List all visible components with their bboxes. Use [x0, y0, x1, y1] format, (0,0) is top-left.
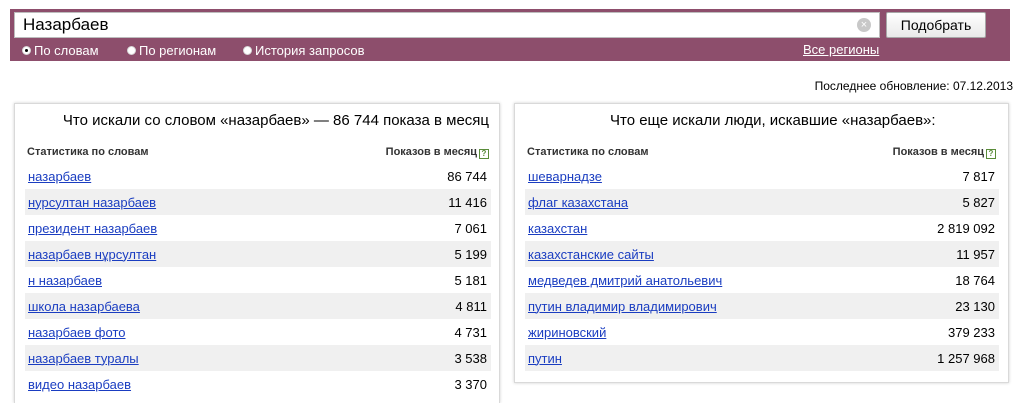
phrase-link[interactable]: путин владимир владимирович: [528, 299, 717, 314]
mode-radio-history[interactable]: История запросов: [243, 42, 365, 58]
header-arrow-notch: [996, 9, 1010, 61]
impressions-count: 18 764: [955, 272, 995, 288]
search-input[interactable]: [14, 12, 880, 38]
table-row: назарбаев фото 4 731: [25, 319, 491, 345]
impressions-count: 4 811: [455, 298, 487, 314]
related-queries-panel: Что еще искали люди, искавшие «назарбаев…: [514, 103, 1009, 383]
impressions-count: 3 370: [454, 376, 487, 392]
mode-label-regions: По регионам: [139, 42, 217, 58]
table-row: нурсултан назарбаев 11 416: [25, 189, 491, 215]
column-header-words: Статистика по словам: [27, 146, 149, 158]
phrase-link[interactable]: назарбаев фото: [28, 325, 126, 340]
help-icon[interactable]: ?: [479, 149, 489, 159]
phrase-link[interactable]: медведев дмитрий анатольевич: [528, 273, 722, 288]
panel-title: Что искали со словом «назарбаев» — 86 74…: [62, 112, 489, 129]
table-row: флаг казахстана 5 827: [525, 189, 999, 215]
words-table: назарбаев 86 744 нурсултан назарбаев 11 416…: [25, 163, 491, 397]
table-row: назарбаев нұрсултан 5 199: [25, 241, 491, 267]
table-row: школа назарбаева 4 811: [25, 293, 491, 319]
impressions-count: 11 416: [448, 194, 487, 210]
table-row: путин 1 257 968: [525, 345, 999, 371]
radio-icon[interactable]: [243, 45, 252, 55]
impressions-count: 5 181: [454, 272, 487, 288]
table-row: жириновский 379 233: [525, 319, 999, 345]
words-stats-panel: Что искали со словом «назарбаев» — 86 74…: [14, 103, 500, 403]
impressions-count: 86 744: [447, 168, 487, 184]
radio-icon[interactable]: [127, 45, 136, 55]
impressions-count: 23 130: [955, 298, 995, 314]
last-update-text: Последнее обновление: 07.12.2013: [814, 79, 1013, 93]
phrase-link[interactable]: видео назарбаев: [28, 377, 131, 392]
phrase-link[interactable]: шеварнадзе: [528, 169, 602, 184]
impressions-count: 11 957: [956, 246, 995, 262]
phrase-link[interactable]: нурсултан назарбаев: [28, 195, 156, 210]
phrase-link[interactable]: назарбаев туралы: [28, 351, 139, 366]
phrase-link[interactable]: назарбаев: [28, 169, 91, 184]
table-row: н назарбаев 5 181: [25, 267, 491, 293]
panel-title: Что еще искали люди, искавшие «назарбаев…: [610, 112, 936, 129]
all-regions-link[interactable]: Все регионы: [803, 42, 879, 57]
mode-label-words: По словам: [34, 42, 99, 58]
impressions-count: 4 731: [454, 324, 487, 340]
phrase-link[interactable]: казахстан: [528, 221, 587, 236]
impressions-count: 5 199: [454, 246, 487, 262]
impressions-count: 3 538: [454, 350, 487, 366]
clear-icon[interactable]: ×: [857, 18, 871, 32]
impressions-count: 379 233: [948, 324, 995, 340]
mode-radio-words[interactable]: По словам: [22, 42, 99, 58]
column-header-count: Показов в месяц?: [386, 146, 489, 159]
help-icon[interactable]: ?: [986, 149, 996, 159]
submit-button[interactable]: Подобрать: [886, 12, 986, 38]
column-header-words: Статистика по словам: [527, 146, 649, 158]
table-row: президент назарбаев 7 061: [25, 215, 491, 241]
phrase-link[interactable]: школа назарбаева: [28, 299, 140, 314]
table-row: шеварнадзе 7 817: [525, 163, 999, 189]
related-table: шеварнадзе 7 817 флаг казахстана 5 827 казах…: [525, 163, 999, 371]
column-header-count-label: Показов в месяц: [892, 146, 984, 158]
phrase-link[interactable]: жириновский: [528, 325, 606, 340]
table-row: медведев дмитрий анатольевич 18 764: [525, 267, 999, 293]
table-row: казахстан 2 819 092: [525, 215, 999, 241]
phrase-link[interactable]: флаг казахстана: [528, 195, 628, 210]
phrase-link[interactable]: путин: [528, 351, 562, 366]
impressions-count: 1 257 968: [937, 350, 995, 366]
column-header-count-label: Показов в месяц: [385, 146, 477, 158]
phrase-link[interactable]: назарбаев нұрсултан: [28, 247, 156, 262]
radio-checked-icon[interactable]: [22, 45, 31, 55]
table-row: казахстанские сайты 11 957: [525, 241, 999, 267]
table-row: видео назарбаев 3 370: [25, 371, 491, 397]
table-row: путин владимир владимирович 23 130: [525, 293, 999, 319]
phrase-link[interactable]: казахстанские сайты: [528, 247, 654, 262]
impressions-count: 5 827: [962, 194, 995, 210]
impressions-count: 7 817: [962, 168, 995, 184]
table-row: назарбаев 86 744: [25, 163, 491, 189]
impressions-count: 2 819 092: [937, 220, 995, 236]
mode-radio-regions[interactable]: По регионам: [127, 42, 216, 58]
column-header-count: Показов в месяц?: [893, 146, 996, 159]
impressions-count: 7 061: [454, 220, 487, 236]
table-row: назарбаев туралы 3 538: [25, 345, 491, 371]
phrase-link[interactable]: н назарбаев: [28, 273, 102, 288]
phrase-link[interactable]: президент назарбаев: [28, 221, 157, 236]
mode-label-history: История запросов: [255, 42, 365, 58]
